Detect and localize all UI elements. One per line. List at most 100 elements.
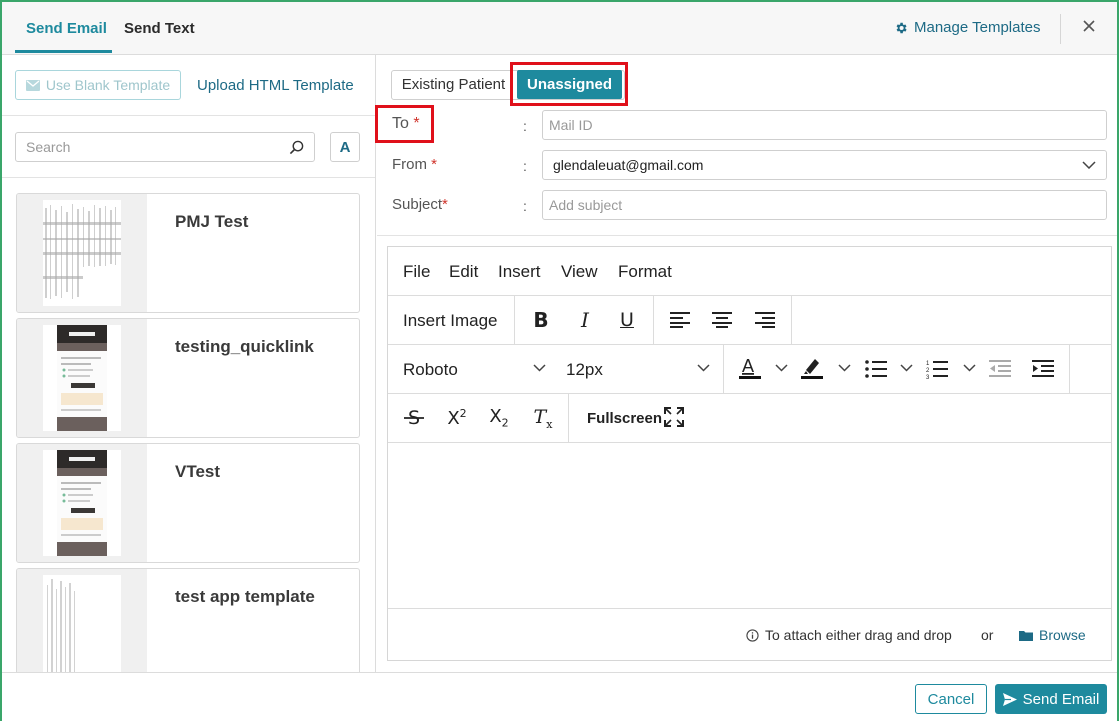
template-card[interactable]: test app template (16, 568, 360, 672)
from-label: From * (392, 156, 438, 173)
subject-input[interactable]: Add subject (542, 190, 1107, 220)
superscript-icon[interactable]: X2 (444, 406, 470, 430)
template-card[interactable]: VTest (16, 443, 360, 563)
manage-templates-label: Manage Templates (914, 19, 1041, 36)
chevron-down-icon[interactable] (696, 363, 710, 373)
gear-icon (896, 22, 907, 33)
chevron-down-icon[interactable] (774, 363, 788, 373)
svg-text:3: 3 (926, 375, 930, 379)
to-placeholder: Mail ID (549, 117, 593, 133)
close-icon[interactable] (1082, 17, 1096, 38)
template-name: test app template (175, 587, 315, 606)
clear-formatting-icon[interactable]: Tx (530, 406, 556, 431)
template-search-input[interactable]: Search (15, 132, 315, 162)
to-colon: : (523, 118, 527, 134)
italic-icon[interactable]: I (572, 308, 598, 332)
tab-send-text[interactable]: Send Text (124, 2, 195, 54)
from-value: glendaleuat@gmail.com (553, 157, 704, 173)
menu-insert[interactable]: Insert (498, 262, 541, 282)
highlight-color-icon[interactable] (800, 355, 824, 381)
from-email-select[interactable]: glendaleuat@gmail.com (542, 150, 1107, 180)
alphabetical-filter-button[interactable]: A (330, 132, 360, 162)
search-placeholder: Search (26, 139, 71, 155)
upload-html-template-link[interactable]: Upload HTML Template (197, 77, 354, 94)
attachment-hint-text: To attach either drag and drop (765, 627, 952, 643)
numbered-list-icon[interactable]: 123 (926, 358, 948, 380)
chevron-down-icon[interactable] (899, 363, 913, 373)
template-thumbnail (43, 450, 121, 556)
divider (2, 115, 375, 116)
manage-templates-link[interactable]: Manage Templates (894, 19, 1040, 36)
send-email-button[interactable]: Send Email (995, 684, 1107, 714)
template-panel: Use Blank Template Upload HTML Template … (2, 55, 376, 672)
search-icon (289, 140, 304, 154)
template-card[interactable]: testing_quicklink (16, 318, 360, 438)
mail-icon (25, 79, 40, 91)
highlight-box (510, 62, 628, 106)
active-tab-indicator (15, 50, 112, 53)
existing-patient-option[interactable]: Existing Patient (392, 71, 515, 99)
editor-toolbar-row-3: S X2 X2 Tx Fullscreen (388, 394, 1111, 443)
bullet-list-icon[interactable] (865, 359, 887, 379)
strikethrough-icon[interactable]: S (402, 407, 426, 429)
menu-edit[interactable]: Edit (449, 262, 478, 282)
font-family-select[interactable]: Roboto (403, 360, 458, 380)
tab-send-email[interactable]: Send Email (26, 2, 107, 54)
template-name: VTest (175, 462, 221, 481)
text-color-icon[interactable]: A (738, 355, 762, 381)
chevron-down-icon[interactable] (962, 363, 976, 373)
template-thumbnail (43, 200, 121, 306)
subject-placeholder: Add subject (549, 197, 623, 213)
subscript-icon[interactable]: X2 (486, 406, 512, 430)
divider (377, 235, 1117, 236)
toolbar-divider (1069, 345, 1070, 393)
subject-colon: : (523, 198, 527, 214)
template-name: testing_quicklink (175, 337, 314, 356)
editor-content-area[interactable] (388, 443, 1111, 609)
toolbar-divider (723, 345, 724, 393)
align-center-icon[interactable] (711, 310, 733, 330)
svg-text:A: A (742, 356, 754, 376)
cancel-button[interactable]: Cancel (915, 684, 987, 714)
from-colon: : (523, 158, 527, 174)
chevron-down-icon[interactable] (837, 363, 851, 373)
template-thumbnail (43, 325, 121, 431)
bold-icon[interactable]: B (528, 308, 554, 332)
indent-icon[interactable] (1032, 359, 1054, 379)
menu-view[interactable]: View (561, 262, 598, 282)
chevron-down-icon[interactable] (532, 363, 546, 373)
svg-text:1: 1 (926, 361, 930, 367)
attachment-hint: To attach either drag and drop (746, 627, 952, 643)
template-card[interactable]: PMJ Test (16, 193, 360, 313)
menu-format[interactable]: Format (618, 262, 672, 282)
editor-toolbar-row-1: Insert Image B I U (388, 296, 1111, 345)
chevron-down-icon (1082, 161, 1096, 169)
template-name: PMJ Test (175, 212, 249, 231)
align-right-icon[interactable] (754, 310, 776, 330)
outdent-icon[interactable] (989, 359, 1011, 379)
to-email-input[interactable]: Mail ID (542, 110, 1107, 140)
editor-menubar: File Edit Insert View Format (388, 247, 1111, 296)
insert-image-button[interactable]: Insert Image (403, 311, 498, 331)
toolbar-divider (514, 296, 515, 344)
dialog-header: Send Email Send Text Manage Templates (2, 2, 1117, 55)
use-blank-template-button[interactable]: Use Blank Template (15, 70, 181, 100)
send-email-label: Send Email (1022, 690, 1100, 708)
fullscreen-icon[interactable] (663, 406, 685, 428)
folder-icon (1019, 630, 1033, 641)
header-divider (1060, 14, 1061, 44)
svg-text:2: 2 (926, 368, 930, 374)
underline-icon[interactable]: U (614, 308, 640, 332)
fullscreen-button[interactable]: Fullscreen (587, 410, 662, 427)
use-blank-template-label: Use Blank Template (45, 77, 171, 93)
font-size-select[interactable]: 12px (566, 360, 603, 380)
browse-label: Browse (1039, 627, 1086, 643)
template-list: PMJ Test testing_quicklink VTest test ap… (2, 178, 375, 672)
editor-toolbar-row-2: Roboto 12px A 1 2 3 (388, 345, 1111, 394)
rich-text-editor: File Edit Insert View Format Insert Imag… (387, 246, 1112, 661)
align-left-icon[interactable] (669, 310, 691, 330)
or-text: or (981, 627, 994, 643)
dialog-footer: Cancel Send Email (2, 672, 1117, 721)
menu-file[interactable]: File (403, 262, 430, 282)
browse-button[interactable]: Browse (1019, 627, 1086, 643)
